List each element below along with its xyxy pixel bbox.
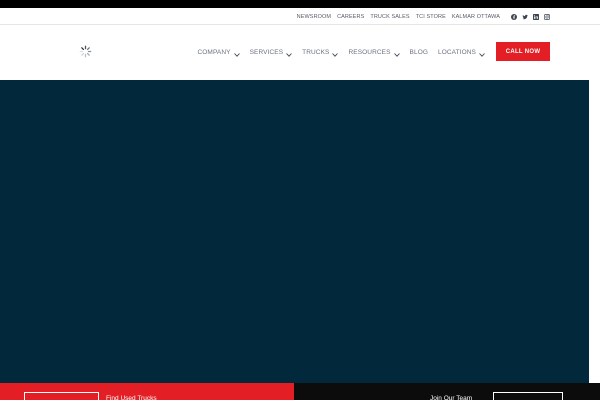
nav-item-blog[interactable]: BLOG bbox=[410, 49, 428, 56]
chevron-down-icon bbox=[479, 53, 485, 57]
chevron-down-icon bbox=[286, 53, 292, 57]
hero-banner bbox=[0, 80, 589, 383]
page-right-gutter bbox=[589, 80, 600, 383]
utility-link-newsroom[interactable]: NEWSROOM bbox=[297, 14, 331, 20]
utility-links: NEWSROOM CAREERS TRUCK SALES TCI STORE K… bbox=[291, 8, 550, 25]
chevron-down-icon bbox=[233, 53, 240, 57]
nav-item-locations[interactable]: LOCATIONS bbox=[438, 48, 485, 57]
nav-item-resources-label: RESOURCES bbox=[348, 49, 391, 56]
linkedin-icon[interactable] bbox=[533, 13, 539, 20]
utility-link-truck-sales[interactable]: TRUCK SALES bbox=[370, 14, 409, 20]
nav-item-resources[interactable]: RESOURCES bbox=[348, 48, 400, 57]
bottom-right-button[interactable] bbox=[493, 392, 563, 406]
nav-item-trucks-label: TRUCKS bbox=[302, 49, 330, 56]
utility-link-kalmar-ottawa[interactable]: KALMAR OTTAWA bbox=[452, 14, 500, 20]
social-icons bbox=[506, 13, 550, 20]
utility-link-careers[interactable]: CAREERS bbox=[337, 14, 364, 20]
twitter-icon[interactable] bbox=[522, 14, 528, 20]
nav-item-company-label: COMPANY bbox=[197, 49, 231, 56]
utility-bar: NEWSROOM CAREERS TRUCK SALES TCI STORE K… bbox=[0, 8, 600, 25]
bottom-band-left: Find Used Trucks bbox=[0, 383, 294, 406]
utility-link-tci-store[interactable]: TCI STORE bbox=[416, 14, 446, 20]
nav-item-locations-label: LOCATIONS bbox=[438, 49, 476, 56]
chevron-down-icon bbox=[332, 53, 339, 57]
nav-item-trucks[interactable]: TRUCKS bbox=[302, 48, 339, 57]
loading-spinner-icon bbox=[79, 45, 92, 58]
bottom-left-button[interactable] bbox=[24, 392, 99, 406]
nav-item-blog-label: BLOG bbox=[409, 49, 429, 56]
call-now-button[interactable]: CALL NOW bbox=[496, 42, 550, 61]
bottom-band-right: Join Our Team bbox=[294, 383, 600, 406]
bottom-right-text: Join Our Team bbox=[430, 395, 473, 402]
facebook-icon[interactable] bbox=[511, 13, 517, 20]
nav-item-company[interactable]: COMPANY bbox=[197, 48, 240, 57]
chevron-down-icon bbox=[393, 53, 400, 57]
primary-menu: COMPANY SERVICES TRUCKS RESOURCES BLOG L… bbox=[187, 25, 485, 80]
nav-item-services-label: SERVICES bbox=[249, 49, 284, 56]
top-black-strip bbox=[0, 0, 600, 8]
nav-item-services[interactable]: SERVICES bbox=[250, 48, 293, 57]
bottom-left-text: Find Used Trucks bbox=[106, 395, 157, 402]
main-navigation: COMPANY SERVICES TRUCKS RESOURCES BLOG L… bbox=[0, 25, 600, 80]
instagram-icon[interactable] bbox=[544, 13, 550, 20]
